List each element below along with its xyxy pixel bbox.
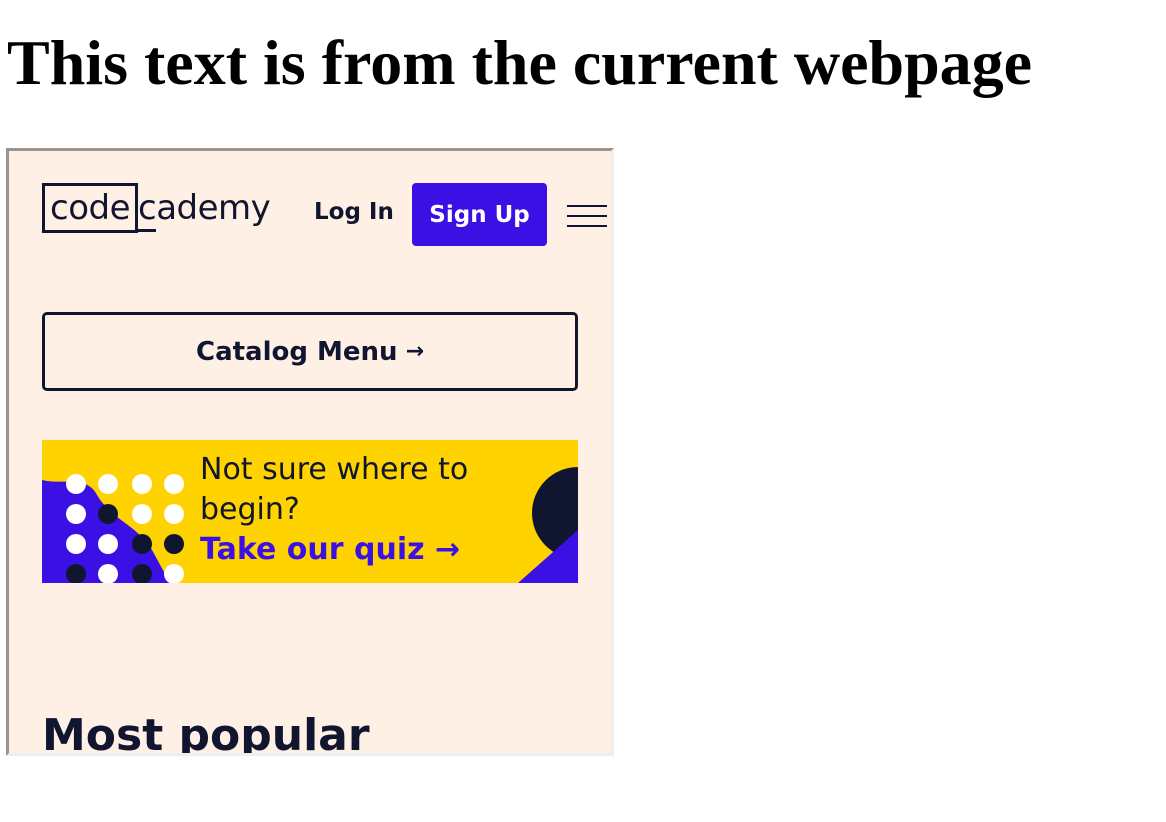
codecademy-page: code cademy Log In Sign Up Catalog Menu → — [9, 151, 611, 753]
embedded-webpage-frame[interactable]: code cademy Log In Sign Up Catalog Menu → — [6, 148, 614, 756]
catalog-menu-button[interactable]: Catalog Menu → — [42, 312, 578, 391]
page-title: This text is from the current webpage — [7, 27, 1033, 98]
take-quiz-link[interactable]: Take our quiz → — [200, 530, 460, 570]
quiz-banner[interactable]: Not sure where to begin? Take our quiz → — [42, 440, 578, 583]
catalog-menu-label: Catalog Menu — [195, 336, 398, 367]
codecademy-logo[interactable]: code cademy — [42, 183, 271, 239]
arrow-right-icon: → — [435, 532, 461, 567]
quiz-line-1: Not sure where to — [200, 452, 469, 487]
quiz-line-2: begin? — [200, 492, 300, 527]
most-popular-heading: Most popular — [42, 710, 370, 753]
arrow-right-icon: → — [405, 339, 424, 364]
logo-cademy-text: cademy — [138, 186, 271, 232]
take-quiz-label: Take our quiz — [200, 532, 425, 567]
quiz-prompt-text: Not sure where to begin? — [200, 450, 468, 530]
signup-button[interactable]: Sign Up — [412, 183, 547, 246]
logo-ademy: ademy — [156, 188, 271, 228]
signup-button-label: Sign Up — [429, 201, 530, 228]
login-link[interactable]: Log In — [314, 197, 394, 227]
logo-code-box: code — [42, 183, 138, 233]
hamburger-menu-icon[interactable] — [567, 201, 607, 231]
dots-illustration-icon — [42, 474, 184, 583]
logo-c-underlined: c — [138, 188, 157, 232]
shapes-decoration-icon — [518, 467, 578, 583]
